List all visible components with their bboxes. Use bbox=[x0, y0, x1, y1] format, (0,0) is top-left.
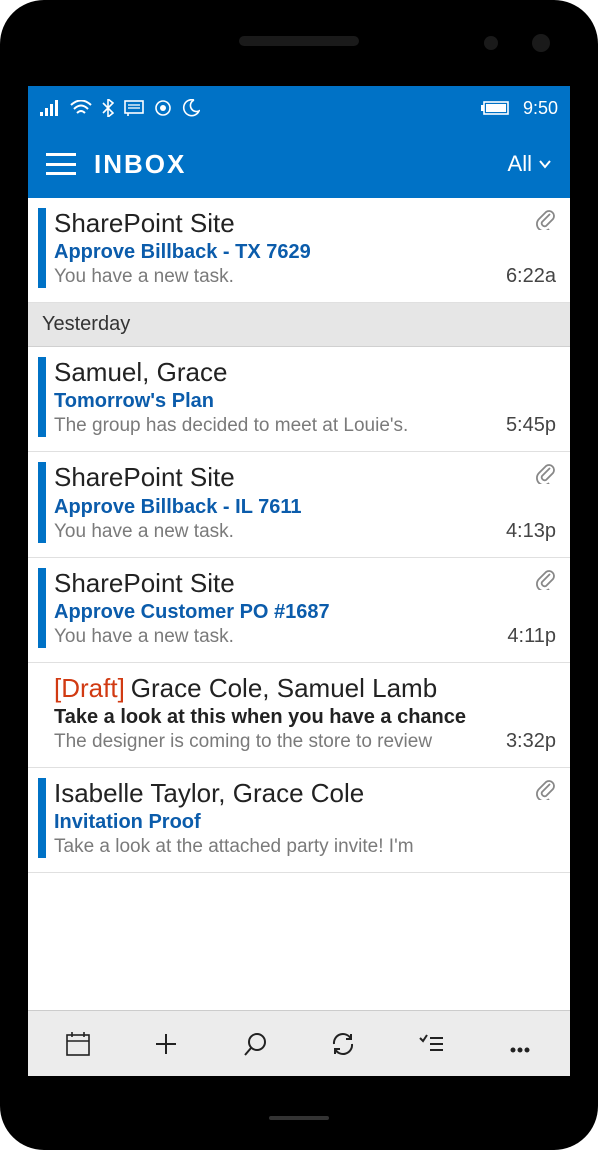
more-button[interactable] bbox=[498, 1022, 542, 1066]
message-list[interactable]: SharePoint SiteApprove Billback - TX 762… bbox=[28, 198, 570, 1010]
battery-icon bbox=[481, 101, 511, 115]
location-icon bbox=[154, 99, 172, 117]
message-sender: Isabelle Taylor, Grace Cole bbox=[54, 778, 526, 809]
message-subject: Approve Billback - IL 7611 bbox=[54, 496, 498, 519]
page-title: INBOX bbox=[94, 149, 186, 180]
message-subject: Approve Customer PO #1687 bbox=[54, 601, 499, 624]
message-time: 5:45p bbox=[506, 414, 556, 437]
status-bar: 9:50 bbox=[28, 86, 570, 130]
message-time: 4:11p bbox=[507, 625, 556, 648]
new-button[interactable] bbox=[144, 1022, 188, 1066]
filter-label: All bbox=[508, 151, 532, 177]
app-bar: INBOX All bbox=[28, 130, 570, 198]
message-time: 4:13p bbox=[506, 520, 556, 543]
attachment-icon bbox=[534, 778, 556, 805]
screen: 9:50 INBOX All SharePoint SiteApprove Bi… bbox=[28, 86, 570, 1076]
moon-icon bbox=[182, 99, 200, 117]
signal-icon bbox=[40, 100, 60, 116]
message-sender: SharePoint Site bbox=[54, 568, 499, 599]
message-sender: SharePoint Site bbox=[54, 462, 498, 493]
message-item[interactable]: Samuel, GraceTomorrow's PlanThe group ha… bbox=[28, 347, 570, 452]
select-button[interactable] bbox=[409, 1022, 453, 1066]
message-sender: [Draft]Grace Cole, Samuel Lamb bbox=[54, 673, 498, 704]
unread-indicator bbox=[38, 462, 46, 542]
calendar-button[interactable] bbox=[56, 1022, 100, 1066]
search-button[interactable] bbox=[233, 1022, 277, 1066]
message-time: 6:22a bbox=[506, 265, 556, 288]
message-item[interactable]: SharePoint SiteApprove Customer PO #1687… bbox=[28, 558, 570, 663]
message-preview: Take a look at the attached party invite… bbox=[54, 836, 434, 858]
attachment-icon bbox=[534, 208, 556, 235]
bluetooth-icon bbox=[102, 99, 114, 117]
message-item[interactable]: SharePoint Site Approve Billback - IL 761… bbox=[28, 452, 570, 557]
unread-indicator bbox=[38, 357, 46, 437]
chevron-down-icon bbox=[538, 151, 552, 177]
message-preview: The designer is coming to the store to r… bbox=[54, 731, 434, 753]
message-preview: You have a new task. bbox=[54, 266, 434, 288]
draft-tag: [Draft] bbox=[54, 673, 125, 704]
attachment-icon bbox=[552, 673, 556, 691]
message-subject: Approve Billback - TX 7629 bbox=[54, 241, 498, 264]
message-subject: Invitation Proof bbox=[54, 811, 526, 834]
message-preview: You have a new task. bbox=[54, 521, 434, 543]
message-time: 3:32p bbox=[506, 730, 556, 753]
attachment-icon bbox=[534, 462, 556, 489]
command-bar bbox=[28, 1010, 570, 1076]
message-subject: Take a look at this when you have a chan… bbox=[54, 706, 498, 729]
menu-button[interactable] bbox=[46, 153, 76, 175]
filter-dropdown[interactable]: All bbox=[508, 151, 552, 177]
message-subject: Tomorrow's Plan bbox=[54, 390, 498, 413]
attachment-icon bbox=[552, 357, 556, 375]
message-item[interactable]: [Draft]Grace Cole, Samuel LambTake a loo… bbox=[28, 663, 570, 768]
message-sender: Samuel, Grace bbox=[54, 357, 498, 388]
unread-indicator bbox=[38, 568, 46, 648]
message-preview: The group has decided to meet at Louie's… bbox=[54, 415, 434, 437]
message-item[interactable]: SharePoint SiteApprove Billback - TX 762… bbox=[28, 198, 570, 303]
unread-indicator bbox=[38, 208, 46, 288]
message-icon bbox=[124, 100, 144, 116]
message-preview: You have a new task. bbox=[54, 626, 434, 648]
status-time: 9:50 bbox=[523, 98, 558, 119]
message-sender: SharePoint Site bbox=[54, 208, 498, 239]
unread-indicator bbox=[38, 778, 46, 858]
group-header: Yesterday bbox=[28, 303, 570, 347]
attachment-icon bbox=[534, 568, 556, 595]
wifi-icon bbox=[70, 100, 92, 116]
message-item[interactable]: Isabelle Taylor, Grace ColeInvitation Pr… bbox=[28, 768, 570, 873]
sync-button[interactable] bbox=[321, 1022, 365, 1066]
